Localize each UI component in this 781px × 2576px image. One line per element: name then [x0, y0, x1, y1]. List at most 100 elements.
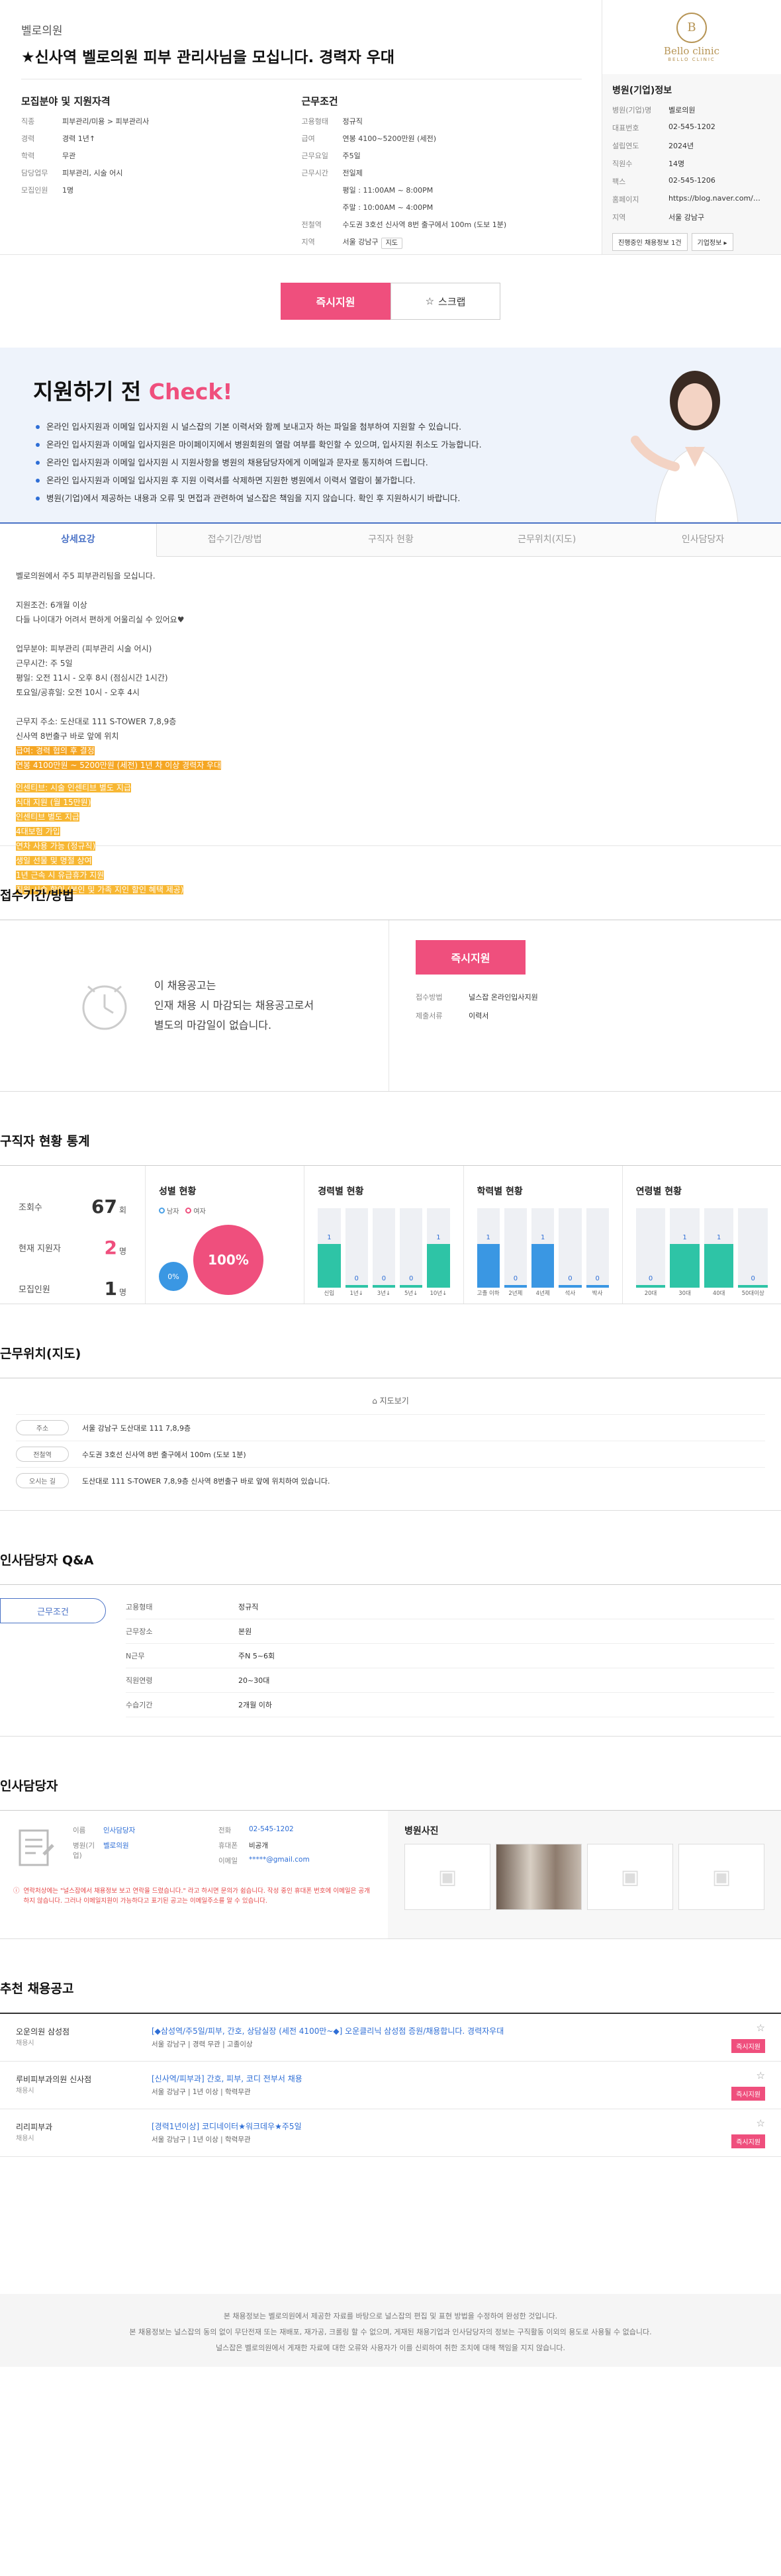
edu-title: 학력별 현황: [477, 1186, 523, 1197]
tab-1[interactable]: 접수기간/방법: [156, 524, 313, 557]
rec-item[interactable]: 리리피부과 채용시 [경력1년이상] 코디네이터★워크데우★주5일 서울 강남구 | …: [0, 2109, 781, 2157]
detail-line: 근무시간: 주 5일: [16, 659, 73, 668]
recruit-row: 담당업무 피부관리, 시술 어시: [21, 169, 302, 177]
apply-button[interactable]: 즉시지원: [281, 283, 390, 320]
rec-main: [◆삼성역/주5일/피부, 간호, 상담실장 (세전 4100만~◆] 오운클리…: [152, 2025, 712, 2051]
rec-main: [신사역/피부과] 간호, 피부, 코디 전부서 채용서울 강남구 | 1년 이…: [152, 2072, 712, 2099]
bar-mark: [400, 1285, 423, 1288]
career-stats: 경력별 현황 1 신입 0 1년↓ 0 3년↓ 0 5년↓ 1 10년↓: [304, 1166, 464, 1305]
detail-highlight: 인센티브: 시술 인센티브 별도 지급: [16, 783, 131, 792]
rec-company[interactable]: 루비피부과의원 신사점채용시: [16, 2074, 152, 2097]
recv-row-value: 이력서: [469, 1012, 489, 1020]
job-title: ★신사역 벨로의원 피부 관리사님을 모십니다. 경력자 우대: [21, 44, 582, 79]
contact-row-value: 인사담당자: [103, 1827, 136, 1835]
bar-mark: [477, 1244, 500, 1288]
bar-column: 1 고졸 이하: [477, 1208, 500, 1305]
tab-0[interactable]: 상세요강: [0, 524, 157, 557]
bar-track: 0: [586, 1208, 609, 1288]
contact-row-value: 비공개: [249, 1842, 268, 1850]
doctor-illustration: [631, 371, 739, 522]
recruit-row-value: 1명: [62, 186, 74, 195]
bar-column: 0 박사: [586, 1208, 609, 1305]
bar-column: 0 5년↓: [400, 1208, 423, 1305]
qa-row: 직원연령 20~30대: [126, 1668, 774, 1693]
detail-line: 벨로의원에서 주5 피부관리팀을 모십니다.: [16, 571, 156, 581]
work-row-value: 전일제: [342, 169, 363, 177]
work-info: 근무조건 고용형태 정규직 급여 연봉 4100~5200만원 (세전) 근무요일 주5일…: [302, 94, 582, 258]
company-info-row: 팩스 02-545-1206: [612, 176, 771, 187]
age-stats: 연령별 현황 0 20대 1 30대 1 40대 0 50대이상: [623, 1166, 781, 1304]
qa-tab-work[interactable]: 근무조건: [0, 1598, 106, 1623]
bar-mark: [372, 1285, 395, 1288]
gender-stats: 성별 현황 남자 여자 0% 100%: [146, 1166, 305, 1304]
qa-row-value: 20~30대: [238, 1676, 270, 1685]
work-row-value: 연봉 4100~5200만원 (세전): [342, 134, 437, 143]
bar-column: 1 10년↓: [427, 1208, 450, 1305]
rec-title[interactable]: [◆삼성역/주5일/피부, 간호, 상담실장 (세전 4100만~◆] 오운클리…: [152, 2025, 712, 2038]
detail-line: 평일: 오전 11시 - 오후 8시 (점심시간 1시간): [16, 673, 168, 683]
work-row-value: 수도권 3호선 신사역 8번 출구에서 100m (도보 1분): [342, 220, 507, 229]
detail-line: 업무분야: 피부관리 (피부관리 시술 어시): [16, 644, 152, 653]
recv-apply-button[interactable]: 즉시지원: [416, 940, 526, 975]
company-name[interactable]: 벨로의원: [21, 21, 582, 38]
rec-company-name: 루비피부과의원 신사점: [16, 2074, 92, 2084]
work-row: 지역 서울 강남구 지도: [302, 238, 582, 249]
recruit-info: 모집분야 및 지원자격 직종 피부관리/미용 > 피부관리사 경력 경력 1년↑ 학력 무…: [21, 94, 302, 258]
scrap-button[interactable]: ☆ 스크랩: [390, 283, 500, 320]
gender-title: 성별 현황: [159, 1186, 197, 1197]
recruit-row-key: 경력: [21, 134, 35, 143]
contact-row: 병원(기업) 벨로의원: [73, 1840, 205, 1860]
tab-2[interactable]: 구직자 현황: [312, 524, 469, 557]
footer-line: 널스잡은 벨로의원에서 게재한 자료에 대한 오류와 사용자가 이를 신뢰하여 …: [215, 2344, 566, 2352]
contact-row-key: 전화: [218, 1827, 232, 1835]
rec-company[interactable]: 오운의원 삼성점 채용시: [16, 2026, 152, 2050]
rec-company[interactable]: 리리피부과 채용시: [16, 2121, 152, 2145]
logo-sub: BELLO CLINIC: [668, 56, 715, 62]
rec-title[interactable]: [경력1년이상] 코디네이터★워크데우★주5일: [152, 2120, 712, 2133]
placeholder-photo: ▣: [404, 1844, 490, 1910]
recv-row-key: 제출서류: [416, 1012, 443, 1020]
clinic-photo[interactable]: [496, 1844, 582, 1910]
bar-label: 석사: [565, 1290, 576, 1297]
detail-highlight: 식대 지원 (월 15만원): [16, 798, 91, 807]
star-icon[interactable]: ☆: [757, 2070, 765, 2081]
rec-title[interactable]: [신사역/피부과] 간호, 피부, 코디 전부서 채용: [152, 2072, 712, 2085]
bar-value: 0: [751, 1275, 755, 1282]
rec-item[interactable]: 오운의원 삼성점 채용시 [◆삼성역/주5일/피부, 간호, 상담실장 (세전 41…: [0, 2014, 781, 2062]
rec-deadline: 채용시: [16, 2087, 34, 2095]
warning-icon: ⓘ: [13, 1887, 20, 1895]
map-button[interactable]: 지도: [381, 238, 403, 249]
map-row-key: 전철역: [16, 1447, 69, 1462]
qa-row-key: 근무장소: [126, 1627, 153, 1636]
tab-4[interactable]: 인사담당자: [625, 524, 781, 557]
company-info-row-value: 서울 강남구: [668, 213, 705, 222]
work-row: 전철역 수도권 3호선 신사역 8번 출구에서 100m (도보 1분): [302, 220, 582, 229]
star-icon[interactable]: ☆: [757, 2022, 765, 2034]
edu-stats: 학력별 현황 1 고졸 이하 0 2년제 1 4년제 0 석사 0 박사: [464, 1166, 623, 1304]
bar-label: 박사: [592, 1290, 603, 1297]
rec-apply-button[interactable]: 즉시지원: [731, 2039, 765, 2053]
footer-line: 본 채용정보는 벨로의원에서 제공한 자료를 바탕으로 널스잡의 편집 및 표현…: [223, 2312, 558, 2320]
recv-text-2: 인재 채용 시 마감되는 채용공고로서: [154, 999, 314, 1012]
rec-item[interactable]: 루비피부과의원 신사점 채용시 [신사역/피부과] 간호, 피부, 코디 전부서 채…: [0, 2062, 781, 2109]
recruit-row-value: 경력 1년↑: [62, 134, 96, 143]
ongoing-jobs-button[interactable]: 진행중인 채용정보 1건: [612, 233, 688, 251]
bar-value: 1: [327, 1234, 332, 1241]
company-info-button[interactable]: 기업정보 ▸: [691, 233, 733, 251]
qa-row-value: 정규직: [238, 1603, 259, 1611]
rec-apply-button[interactable]: 즉시지원: [731, 2087, 765, 2101]
rec-meta: 서울 강남구 | 1년 이상 | 학력무관: [152, 2087, 251, 2096]
work-row-key: 근무시간: [301, 169, 328, 177]
bar-mark: [318, 1244, 341, 1288]
contact-heading: 인사담당자: [0, 1779, 58, 1793]
detail-line: 토요일/공휴일: 오전 10시 - 오후 4시: [16, 688, 140, 697]
contact-row-value: 벨로의원: [103, 1842, 129, 1850]
qa-row-key: 고용형태: [126, 1603, 153, 1611]
bar-column: 0 2년제: [504, 1208, 527, 1305]
star-icon[interactable]: ☆: [757, 2117, 765, 2129]
bar-value: 0: [595, 1275, 600, 1282]
bar-label: 10년↓: [430, 1290, 447, 1297]
tab-3[interactable]: 근무위치(지도): [469, 524, 625, 557]
rec-apply-button[interactable]: 즉시지원: [731, 2134, 765, 2148]
map-view-link[interactable]: ⌂ 지도보기: [16, 1395, 765, 1406]
